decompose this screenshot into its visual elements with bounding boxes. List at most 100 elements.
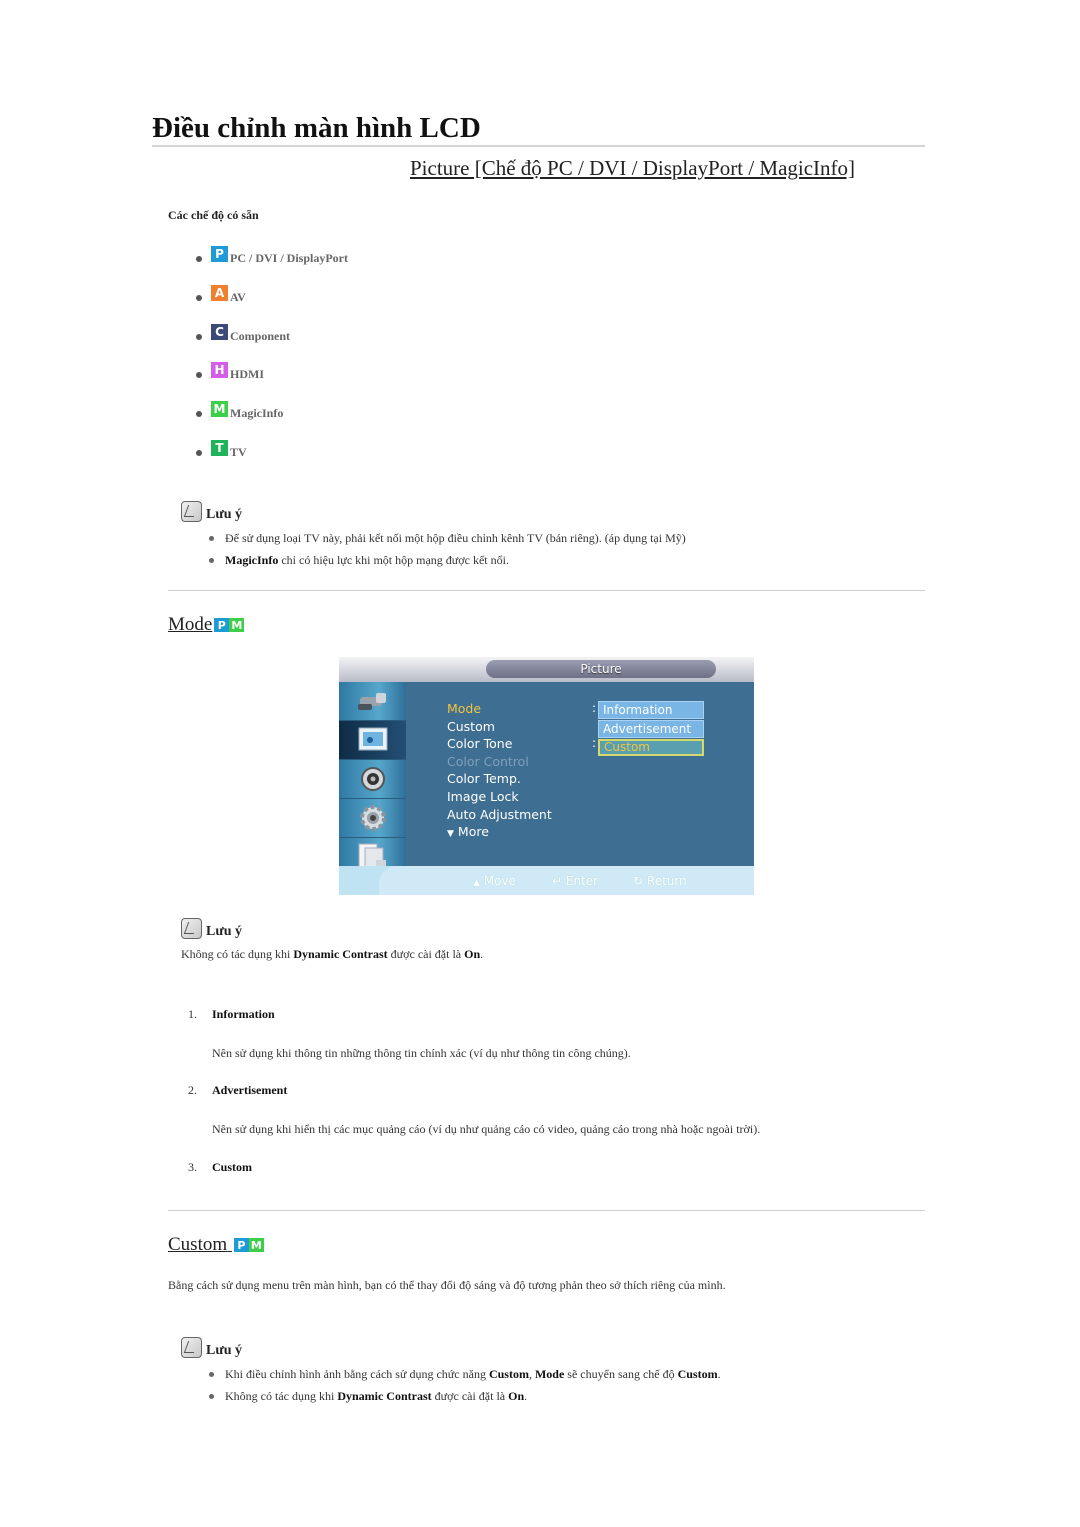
note-pencil-icon [181,1337,202,1358]
option-advertisement-desc: Nên sử dụng khi hiển thị các mục quảng c… [212,1122,761,1136]
bullet-icon [209,1372,214,1377]
note-pencil-icon [181,501,202,522]
mode-note-text: Không có tác dụng khi Dynamic Contrast đ… [181,947,483,962]
mode-label: AV [230,290,246,304]
mode-label: TV [230,445,247,459]
osd-option-custom-selected[interactable]: Custom [598,739,704,756]
mode-section-title[interactable]: Mode [168,614,212,636]
osd-menu-item-color-control: Color Control [447,753,529,769]
list-number: 2. [188,1083,197,1097]
option-information-desc: Nên sử dụng khi thông tin những thông ti… [212,1046,631,1060]
note-bold-term: MagicInfo [225,553,279,567]
p-badge-icon: P [233,1238,249,1252]
text: được cài đặt là [431,1389,509,1403]
updown-arrow-icon: ▲︎ [473,878,480,888]
note-pencil-icon [181,918,202,939]
m-badge-icon: M [248,1238,264,1252]
component-mode-icon: C [211,324,228,340]
section-divider [168,1210,925,1211]
p-badge-icon: P [214,618,230,632]
note-title: Lưu ý [206,924,243,939]
mode-label: HDMI [230,367,264,381]
pm-badge-icon: P M [214,618,245,632]
mode-label: Component [230,329,291,343]
list-number: 3. [188,1160,197,1174]
input-plug-icon [339,682,406,721]
text: . [480,947,484,961]
mode-item-hdmi: H HDMI [196,362,264,383]
osd-menu-item-color-temp[interactable]: Color Temp. [447,770,552,788]
osd-colon: : [592,736,597,750]
osd-option-information[interactable]: Information [598,701,704,719]
osd-menu-list: Mode Custom Color Tone Color Control Col… [447,700,552,844]
tv-mode-icon: T [211,440,228,456]
custom-section-title[interactable]: Custom [168,1234,227,1256]
mode-item-pc: P PC / DVI / DisplayPort [196,246,348,267]
osd-header: Picture [339,657,754,682]
note-heading: Lưu ý [181,918,242,939]
available-modes-heading: Các chế độ có sẵn [168,208,259,222]
osd-menu-item-custom[interactable]: Custom [447,718,552,736]
osd-menu-item-auto-adjustment[interactable]: Auto Adjustment [447,806,552,824]
pm-badge-icon: P M [233,1238,264,1252]
osd-hint-move: ▲︎ Move [473,874,516,888]
setup-gear-icon [339,799,406,838]
list-number: 1. [188,1007,197,1021]
osd-menu-item-image-lock[interactable]: Image Lock [447,788,552,806]
option-custom-label: Custom [212,1160,253,1174]
osd-option-advertisement[interactable]: Advertisement [598,720,704,738]
osd-hint-label: Return [646,874,687,888]
note-text: Để sử dụng loại TV này, phải kết nối một… [225,531,686,545]
mode-section-heading[interactable]: Mode P M [168,614,245,636]
option-advertisement-label: Advertisement [212,1083,288,1097]
bold-term: On [464,947,481,961]
bullet-icon [196,411,202,417]
pc-mode-icon: P [211,246,228,262]
mode-label: PC / DVI / DisplayPort [230,251,348,265]
osd-menu-item-mode[interactable]: Mode [447,700,552,718]
note-title: Lưu ý [206,1343,243,1358]
bold-term: Dynamic Contrast [293,947,388,961]
custom-section-heading[interactable]: Custom P M [168,1234,264,1256]
note-list-item: MagicInfo chỉ có hiệu lực khi một hộp mạ… [209,553,509,568]
bullet-icon [196,450,202,456]
mode-item-tv: T TV [196,440,247,461]
m-badge-icon: M [229,618,245,632]
osd-hint-enter: ↵ Enter [552,874,598,888]
note-title: Lưu ý [206,507,243,522]
note-heading: Lưu ý [181,501,242,522]
mode-item-av: A AV [196,285,246,306]
osd-title: Picture [486,660,716,678]
bullet-icon [196,372,202,378]
enter-icon: ↵ [552,874,563,888]
osd-menu-item-color-tone[interactable]: Color Tone [447,735,552,753]
note-list-item: Khi điều chỉnh hình ảnh bằng cách sử dụn… [209,1367,721,1382]
text: được cài đặt là [387,947,465,961]
bullet-icon [209,536,214,541]
text: . [717,1367,721,1381]
bold-term: Mode [534,1367,565,1381]
osd-menu-item-more[interactable]: ▼ More [447,823,552,844]
page-subtitle-link[interactable]: Picture [Chế độ PC / DVI / DisplayPort /… [410,156,855,181]
return-icon: ↻ [633,874,644,888]
bold-term: Custom [488,1367,529,1381]
picture-monitor-icon [339,721,406,760]
text: sẽ chuyển sang chế độ [564,1367,678,1381]
text: Khi điều chỉnh hình ảnh bằng cách sử dụn… [225,1367,489,1381]
text: . [524,1389,528,1403]
bold-term: On [508,1389,525,1403]
section-divider [168,590,925,591]
osd-mode-dropdown: Information Advertisement Custom [598,701,704,757]
mode-label: MagicInfo [230,406,284,420]
magicinfo-mode-icon: M [211,401,228,417]
page-title: Điều chỉnh màn hình LCD [152,112,481,144]
osd-hint-label: Enter [565,874,599,888]
bullet-icon [196,334,202,340]
bullet-icon [196,256,202,262]
osd-hint-return: ↻ Return [633,874,687,888]
av-mode-icon: A [211,285,228,301]
osd-sidebar [339,682,406,877]
osd-hint-label: Move [483,874,516,888]
triangle-down-icon: ▼ [447,829,454,840]
osd-colon: : [592,701,597,715]
